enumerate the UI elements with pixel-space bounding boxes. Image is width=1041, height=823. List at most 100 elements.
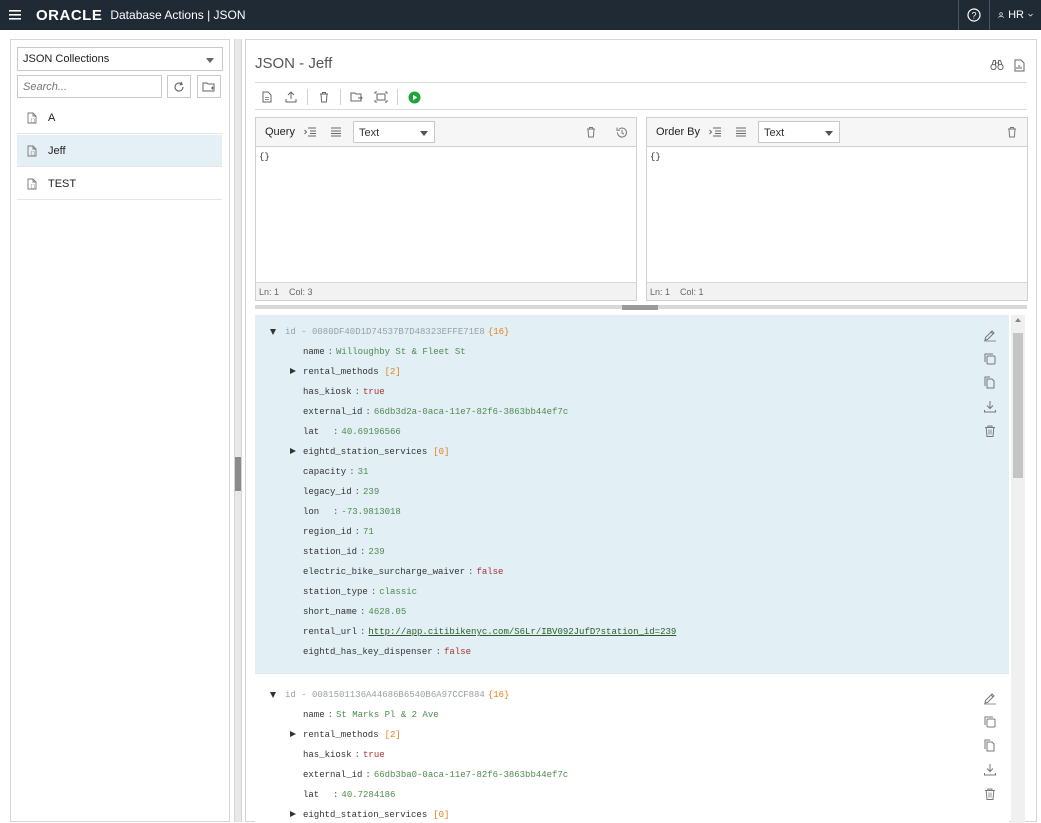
query-editor[interactable]: {} [259, 152, 270, 162]
json-field-row[interactable]: electric_bike_surcharge_waiver: false [303, 565, 503, 579]
json-field-row[interactable]: short_name:4628.05 [303, 605, 406, 619]
json-field-row[interactable]: lon : -73.9813018 [303, 505, 401, 519]
expand-toggle-icon[interactable] [290, 448, 296, 454]
query-label: Query [265, 126, 295, 138]
divider [255, 82, 1027, 83]
json-field-row[interactable]: rental_url: http://app.citibikenyc.com/S6… [303, 625, 676, 639]
collection-item-test[interactable]: {} TEST [17, 168, 222, 200]
upload-button[interactable] [279, 88, 303, 106]
expand-toggle-icon[interactable] [290, 368, 296, 374]
run-button[interactable] [402, 88, 426, 106]
help-button[interactable]: ? [958, 0, 989, 30]
field-key: station_type [303, 587, 368, 597]
json-field-row[interactable]: name: St Marks Pl & 2 Ave [303, 708, 439, 722]
chevron-down-icon [419, 131, 428, 136]
move-button[interactable] [345, 88, 369, 106]
delete-document-button[interactable] [983, 423, 997, 439]
new-document-button[interactable] [255, 88, 279, 106]
duplicate-button[interactable] [983, 714, 997, 730]
document-card[interactable]: id - 0080DF40D1D74537B7D48323EFFE71E8 {16… [255, 315, 1009, 674]
json-field-row[interactable]: station_id:239 [303, 545, 385, 559]
json-field-row[interactable]: lat :40.69196566 [303, 425, 401, 439]
document-card[interactable]: id - 0081501136A44686B6540B6A97CCF884 {16… [255, 678, 1009, 823]
duplicate-button[interactable] [983, 351, 997, 367]
json-field-row[interactable]: station_type: classic [303, 585, 417, 599]
collection-item-a[interactable]: {} A [17, 102, 222, 134]
refresh-button[interactable] [167, 75, 191, 98]
new-collection-button[interactable] [197, 75, 221, 98]
format-button[interactable] [325, 122, 347, 142]
json-field-row[interactable]: name: Willoughby St & Fleet St [303, 345, 466, 359]
help-icon: ? [967, 8, 981, 22]
expand-toggle-icon[interactable] [290, 811, 296, 817]
document-id-row[interactable]: id - 0080DF40D1D74537B7D48323EFFE71E8 {16… [270, 325, 509, 339]
json-field-row[interactable]: has_kiosk: true [303, 748, 385, 762]
field-key: has_kiosk [303, 750, 352, 760]
field-value-link[interactable]: http://app.citibikenyc.com/S6Lr/IBV092Ju… [368, 627, 676, 637]
report-button[interactable] [1014, 59, 1026, 75]
collapse-toggle-icon[interactable] [270, 692, 276, 698]
field-key: has_kiosk [303, 387, 352, 397]
copy-button[interactable] [983, 738, 997, 754]
edit-button[interactable] [983, 327, 997, 343]
splitter-handle[interactable] [235, 457, 241, 491]
field-value: false [476, 567, 504, 577]
key-separator: : [333, 507, 339, 517]
json-field-row[interactable]: region_id:71 [303, 525, 374, 539]
orderby-editor[interactable]: {} [650, 152, 661, 162]
json-field-row[interactable]: rental_methods [2] [290, 365, 401, 379]
key-separator: : [354, 387, 361, 397]
query-format-select[interactable]: Text [352, 121, 435, 143]
document-actions [983, 690, 997, 802]
download-button[interactable] [983, 762, 997, 778]
json-field-row[interactable]: rental_methods [2] [290, 728, 401, 742]
field-key: eightd_has_key_dispenser [303, 647, 433, 657]
json-field-row[interactable]: legacy_id:239 [303, 485, 379, 499]
indent-button[interactable] [704, 122, 726, 142]
json-field-row[interactable]: lat :40.7284186 [303, 788, 395, 802]
json-field-row[interactable]: eightd_station_services [0] [290, 445, 449, 459]
json-field-row[interactable]: external_id:66db3ba0-0aca-11e7-82f6-3863… [303, 768, 568, 782]
json-field-row[interactable]: has_kiosk: true [303, 385, 385, 399]
collection-type-select[interactable]: JSON Collections [17, 47, 223, 71]
splitter-handle[interactable] [622, 305, 658, 310]
expand-toggle-icon[interactable] [290, 731, 296, 737]
json-field-row[interactable]: external_id:66db3d2a-0aca-11e7-82f6-3863… [303, 405, 568, 419]
format-button[interactable] [730, 122, 752, 142]
results-scrollbar[interactable] [1011, 315, 1025, 823]
field-value: [2] [384, 730, 401, 740]
clear-orderby-button[interactable] [1001, 122, 1023, 142]
horizontal-splitter[interactable] [255, 305, 1027, 310]
copy-button[interactable] [983, 375, 997, 391]
menu-icon[interactable] [0, 0, 30, 30]
download-button[interactable] [983, 399, 997, 415]
edit-button[interactable] [983, 690, 997, 706]
clear-query-button[interactable] [580, 122, 602, 142]
field-value: 4628.05 [368, 607, 407, 617]
panel-splitter[interactable] [234, 39, 242, 822]
user-menu-button[interactable]: HR [989, 0, 1041, 30]
json-field-row[interactable]: eightd_station_services [0] [290, 808, 449, 822]
find-button[interactable] [990, 59, 1004, 75]
history-button[interactable] [610, 122, 632, 142]
key-separator: : [354, 487, 361, 497]
document-id-row[interactable]: id - 0081501136A44686B6540B6A97CCF884 {16… [270, 688, 509, 702]
scrollbar-thumb[interactable] [1013, 333, 1023, 478]
key-separator: : [354, 750, 361, 760]
upload-icon [285, 91, 297, 103]
collapse-toggle-icon[interactable] [270, 329, 276, 335]
field-key: capacity [303, 467, 347, 477]
json-field-row[interactable]: capacity:31 [303, 465, 368, 479]
scroll-up-icon[interactable] [1015, 318, 1021, 322]
delete-button[interactable] [312, 88, 336, 106]
field-key: rental_methods [303, 367, 379, 377]
search-input[interactable] [17, 75, 162, 98]
orderby-format-select[interactable]: Text [758, 121, 841, 143]
delete-document-button[interactable] [983, 786, 997, 802]
indent-button[interactable] [299, 122, 321, 142]
select-button[interactable] [369, 88, 393, 106]
orderby-label: Order By [656, 126, 701, 138]
collection-item-jeff[interactable]: {} Jeff [17, 135, 222, 167]
json-field-row[interactable]: eightd_has_key_dispenser: false [303, 645, 471, 659]
top-bar: ORACLE Database Actions | JSON ? HR [0, 0, 1041, 30]
